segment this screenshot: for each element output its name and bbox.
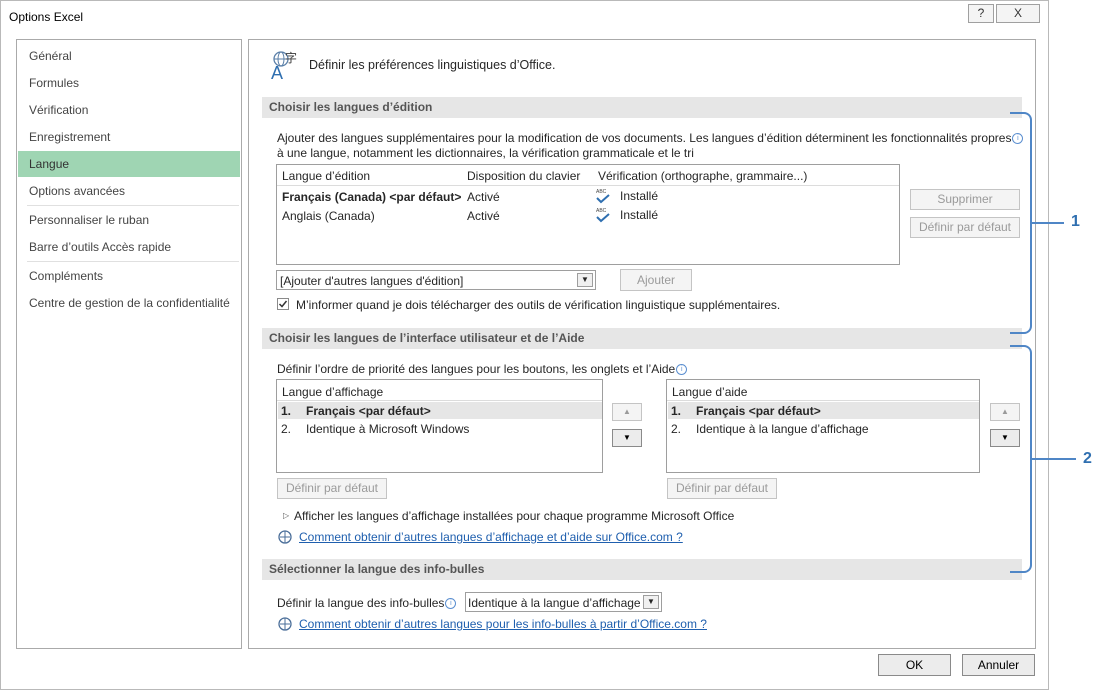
editing-description-line1: Ajouter des langues supplémentaires pour… <box>277 131 1024 145</box>
page-title: Définir les préférences linguistiques d’… <box>309 58 556 72</box>
svg-text:字: 字 <box>285 50 297 65</box>
close-button[interactable]: X <box>996 4 1040 23</box>
section-display-languages: Choisir les langues de l’interface utili… <box>262 328 1022 349</box>
add-language-dropdown-value: [Ajouter d'autres langues d'édition] <box>280 274 464 288</box>
row-language: Français (Canada) <par défaut> <box>282 190 462 204</box>
notify-checkbox[interactable] <box>277 298 289 310</box>
display-language-list: Langue d’affichage 1. Français <par défa… <box>276 379 603 473</box>
tooltip-dropdown-value: Identique à la langue d’affichage <box>468 596 641 610</box>
add-button[interactable]: Ajouter <box>620 269 692 291</box>
tooltip-help-link[interactable]: Comment obtenir d’autres langues pour le… <box>299 617 707 631</box>
link-chain-icon <box>277 616 293 632</box>
window-title: Options Excel <box>9 10 84 24</box>
list-item[interactable]: 2. Identique à Microsoft Windows <box>278 420 602 437</box>
ok-button[interactable]: OK <box>878 654 951 676</box>
set-default-editing-button[interactable]: Définir par défaut <box>910 217 1020 238</box>
list-item[interactable]: 2. Identique à la langue d’affichage <box>668 420 979 437</box>
list-item-num: 2. <box>671 422 682 436</box>
sidebar-divider <box>27 261 239 262</box>
table-row[interactable]: Français (Canada) <par défaut> Activé AB… <box>277 187 899 205</box>
list-item-label: Identique à Microsoft Windows <box>306 422 470 436</box>
callout-bracket-1 <box>1010 112 1032 334</box>
section-tooltip-language: Sélectionner la langue des info-bulles <box>262 559 1022 580</box>
tooltip-label: Définir la langue des info-bulles <box>277 596 445 610</box>
sidebar-divider <box>27 205 239 206</box>
display-description: Définir l’ordre de priorité des langues … <box>277 362 676 376</box>
sidebar-item-language[interactable]: Langue <box>18 151 240 177</box>
proofing-check-icon: ABC <box>596 206 610 224</box>
callout-line-1 <box>1032 222 1064 224</box>
list-item-num: 2. <box>281 422 292 436</box>
move-up-display-button[interactable]: ▲ <box>612 403 642 421</box>
editing-description-line2: à une langue, notamment les dictionnaire… <box>277 146 694 160</box>
language-globe-icon: 字 A <box>268 49 304 83</box>
sidebar: Général Formules Vérification Enregistre… <box>16 39 242 649</box>
cancel-button[interactable]: Annuler <box>962 654 1035 676</box>
help-language-list: Langue d’aide 1. Français <par défaut> 2… <box>666 379 980 473</box>
remove-button[interactable]: Supprimer <box>910 189 1020 210</box>
sidebar-item-trust-center[interactable]: Centre de gestion de la confidentialité <box>18 290 240 316</box>
sidebar-item-general[interactable]: Général <box>18 43 240 69</box>
notify-checkbox-label: M’informer quand je dois télécharger des… <box>296 298 781 312</box>
svg-text:A: A <box>271 63 283 81</box>
sidebar-item-addins[interactable]: Compléments <box>18 263 240 289</box>
list-item-label: Français <par défaut> <box>306 404 431 418</box>
chevron-down-icon[interactable]: ▼ <box>643 595 659 609</box>
set-default-help-button[interactable]: Définir par défaut <box>667 478 777 499</box>
sidebar-item-customize-ribbon[interactable]: Personnaliser le ruban <box>18 207 240 233</box>
column-header-proofing: Vérification (orthographe, grammaire...) <box>598 169 808 183</box>
section-editing-languages: Choisir les langues d’édition <box>262 97 1022 118</box>
list-item-num: 1. <box>671 404 682 418</box>
display-help-link[interactable]: Comment obtenir d’autres langues d’affic… <box>299 530 683 544</box>
help-button[interactable]: ? <box>968 4 994 23</box>
callout-label-1: 1 <box>1071 213 1080 230</box>
expand-triangle-icon[interactable]: ▷ <box>283 511 291 521</box>
info-icon[interactable]: i <box>445 598 457 610</box>
row-proofing: Installé <box>620 208 659 222</box>
list-item-label: Français <par défaut> <box>696 404 821 418</box>
expand-display-languages[interactable]: Afficher les langues d’affichage install… <box>294 509 734 523</box>
sidebar-item-proofing[interactable]: Vérification <box>18 97 240 123</box>
list-item-label: Identique à la langue d’affichage <box>696 422 869 436</box>
row-proofing: Installé <box>620 189 659 203</box>
link-chain-icon <box>277 529 293 545</box>
info-icon[interactable]: i <box>676 364 688 376</box>
callout-line-2 <box>1032 458 1076 460</box>
tooltip-label-row: Définir la langue des info-bulles i <box>277 596 457 610</box>
sidebar-item-advanced[interactable]: Options avancées <box>18 178 240 204</box>
list-item[interactable]: 1. Français <par défaut> <box>278 402 602 419</box>
sidebar-item-save[interactable]: Enregistrement <box>18 124 240 150</box>
proofing-abc: ABC <box>596 208 607 214</box>
chevron-down-icon[interactable]: ▼ <box>577 273 593 287</box>
list-item-num: 1. <box>281 404 292 418</box>
add-language-dropdown[interactable]: [Ajouter d'autres langues d'édition] ▼ <box>276 270 596 290</box>
help-list-header: Langue d’aide <box>672 385 748 399</box>
proofing-abc: ABC <box>596 189 607 195</box>
callout-label-2: 2 <box>1083 450 1092 467</box>
set-default-display-button[interactable]: Définir par défaut <box>277 478 387 499</box>
row-keyboard: Activé <box>467 209 500 223</box>
table-row[interactable]: Anglais (Canada) Activé ABC Installé <box>277 206 899 224</box>
column-header-language: Langue d’édition <box>282 169 371 183</box>
editing-description-text: Ajouter des langues supplémentaires pour… <box>277 131 1012 145</box>
tooltip-language-dropdown[interactable]: Identique à la langue d’affichage ▼ <box>465 592 662 612</box>
move-down-display-button[interactable]: ▼ <box>612 429 642 447</box>
display-list-header: Langue d’affichage <box>282 385 384 399</box>
list-item[interactable]: 1. Français <par défaut> <box>668 402 979 419</box>
proofing-check-icon: ABC <box>596 187 610 205</box>
display-description-row: Définir l’ordre de priorité des langues … <box>277 362 688 376</box>
row-language: Anglais (Canada) <box>282 209 375 223</box>
sidebar-item-quick-access[interactable]: Barre d’outils Accès rapide <box>18 234 240 260</box>
row-keyboard: Activé <box>467 190 500 204</box>
sidebar-item-formulas[interactable]: Formules <box>18 70 240 96</box>
callout-bracket-2 <box>1010 345 1032 573</box>
column-header-keyboard: Disposition du clavier <box>467 169 581 183</box>
